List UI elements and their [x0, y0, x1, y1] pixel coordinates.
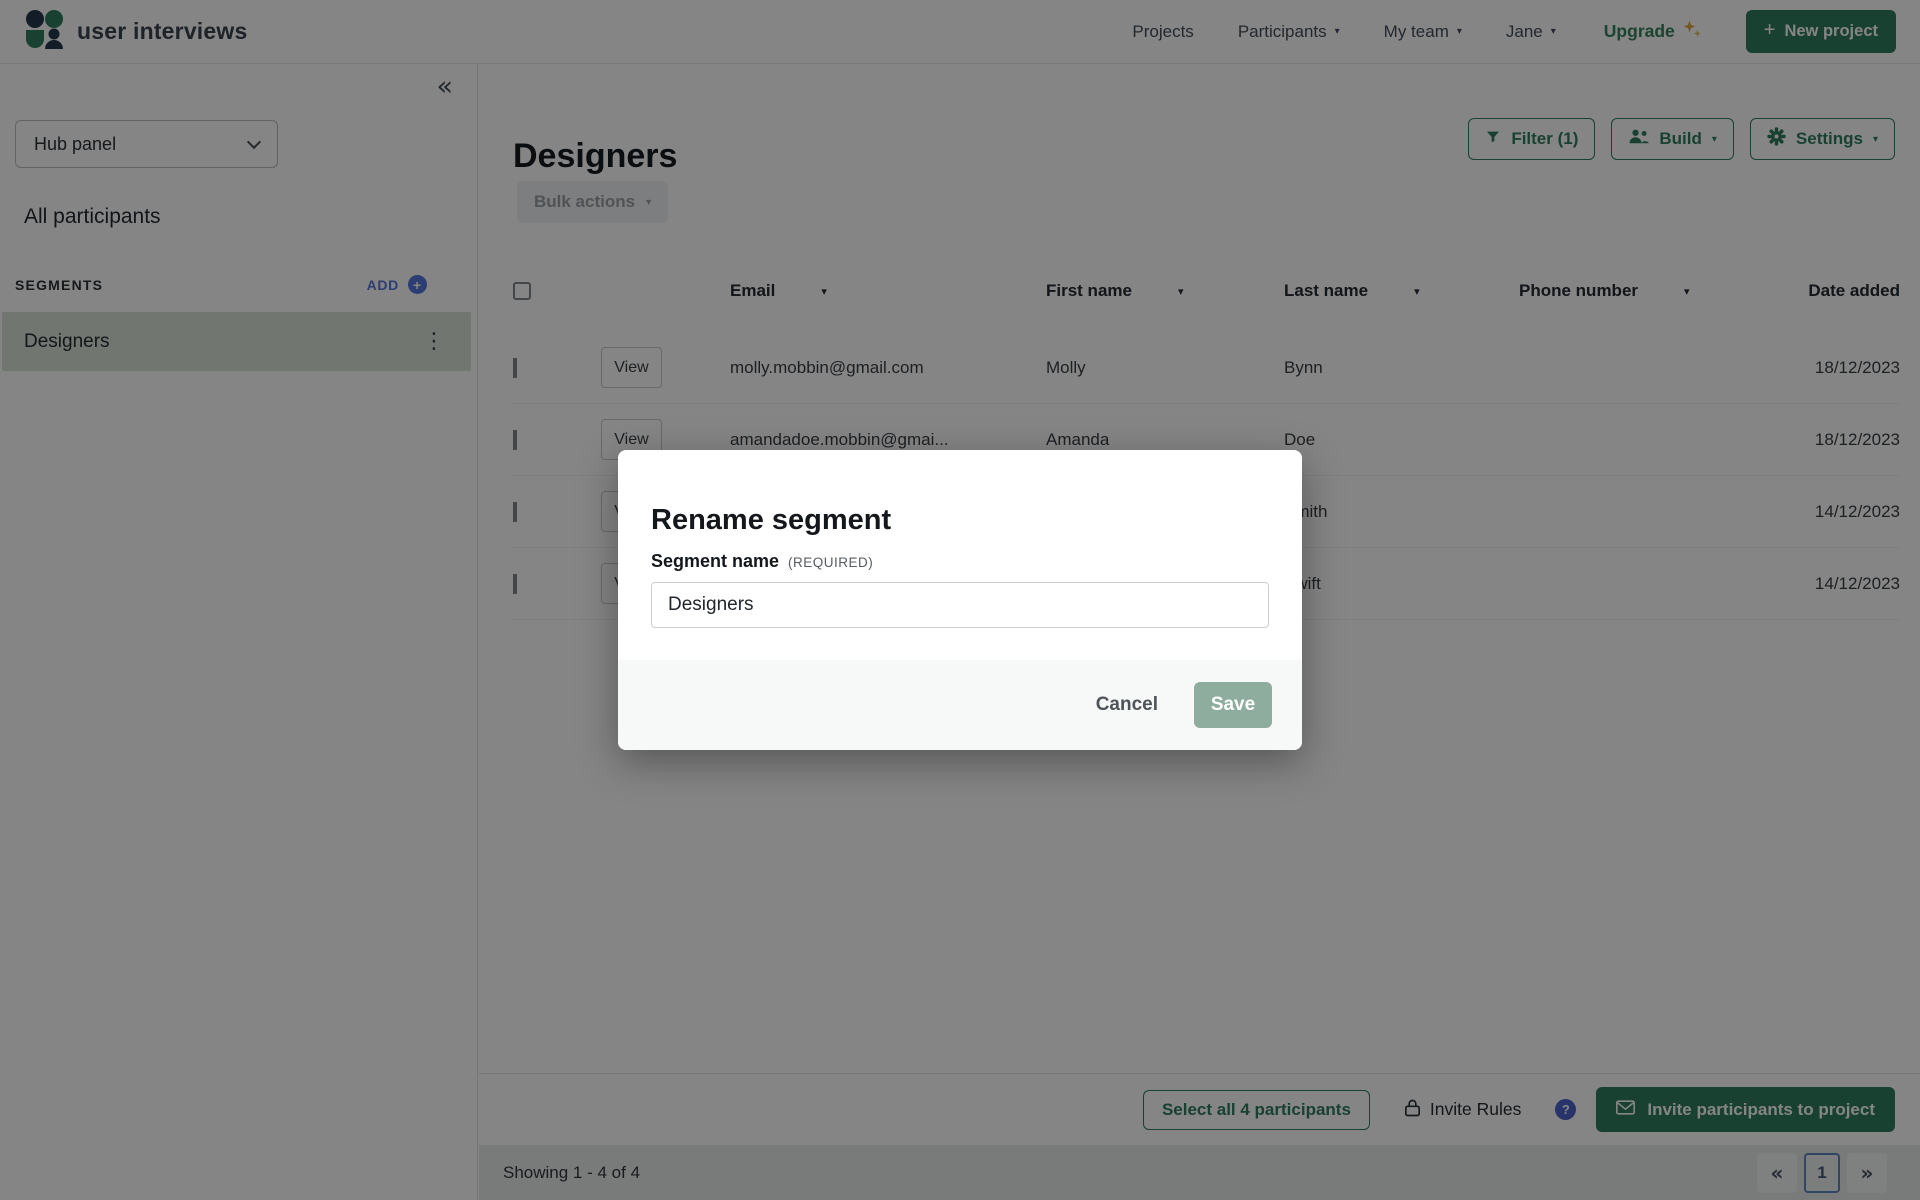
segment-name-input[interactable]: [651, 582, 1269, 628]
segment-name-label: Segment name: [651, 551, 779, 572]
rename-segment-modal: Rename segment Segment name (REQUIRED) C…: [618, 450, 1302, 750]
modal-title: Rename segment: [651, 504, 891, 537]
save-button[interactable]: Save: [1194, 682, 1272, 728]
modal-footer: Cancel Save: [618, 660, 1302, 750]
app-window: user interviews Projects Participants ▾ …: [0, 0, 1920, 1200]
required-label: (REQUIRED): [788, 555, 873, 570]
cancel-button[interactable]: Cancel: [1090, 693, 1164, 717]
segment-name-label-row: Segment name (REQUIRED): [651, 551, 873, 572]
